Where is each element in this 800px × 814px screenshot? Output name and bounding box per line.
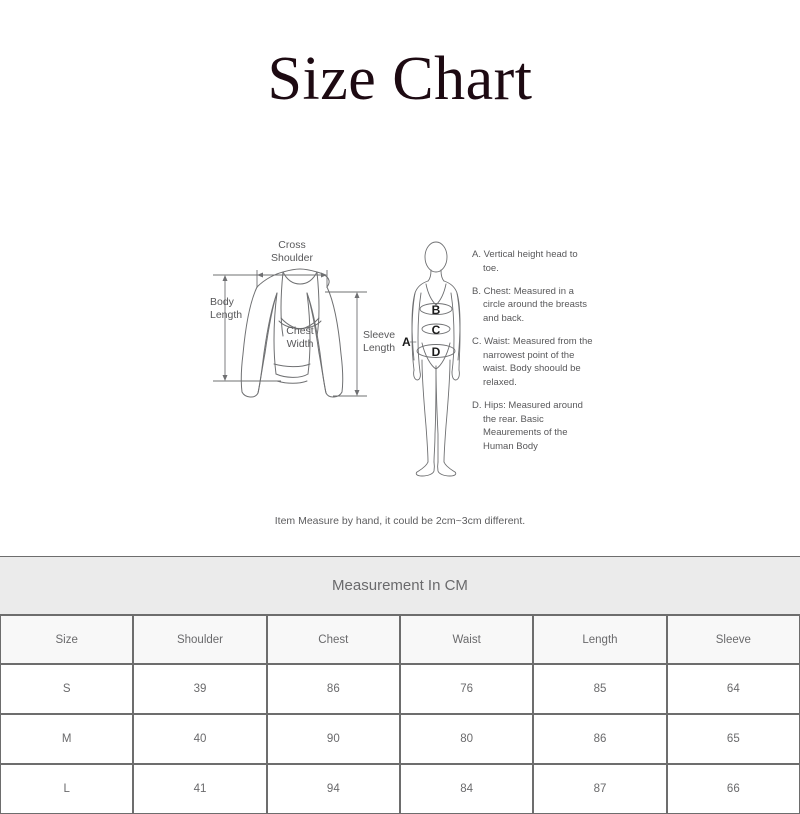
cell-sleeve: 65 [666,714,800,764]
sleeve-length-label-line1: Sleeve [363,329,395,341]
page-title: Size Chart [267,45,533,113]
cell-chest: 90 [266,714,400,764]
cell-length: 85 [533,664,667,714]
cell-size: S [0,664,134,714]
column-header-shoulder: Shoulder [133,615,267,664]
column-header-chest: Chest [266,615,400,664]
column-header-size: Size [0,615,134,664]
cross-shoulder-label-line2: Shoulder [271,252,314,264]
legend-item-b: B. Chest: Measured in a circle around th… [472,285,588,325]
cell-shoulder: 39 [133,664,267,714]
cell-length: 87 [533,764,667,814]
body-marker-d: D [432,345,441,359]
cell-shoulder: 41 [133,764,267,814]
cell-chest: 94 [266,764,400,814]
cell-shoulder: 40 [133,714,267,764]
body-length-label-line2: Length [210,309,242,321]
sleeve-length-label-line2: Length [363,342,395,354]
table-row: M 40 90 80 86 65 [0,714,800,764]
table-row: L 41 94 84 87 66 [0,764,800,814]
cell-waist: 76 [399,664,534,714]
body-marker-c: C [432,323,441,337]
table-row: S 39 86 76 85 64 [0,664,800,714]
cell-chest: 86 [266,664,400,714]
human-body-diagram: A B C D [402,241,461,477]
garment-diagram: Cross Shoulder Body Length Chest Width S… [210,239,395,398]
body-marker-a: A [402,335,411,349]
cell-length: 86 [533,714,667,764]
size-table: Measurement In CM Size Shoulder Chest Wa… [0,556,800,814]
body-marker-b: B [432,303,441,317]
cell-sleeve: 66 [666,764,800,814]
column-header-length: Length [533,615,667,664]
cell-sleeve: 64 [666,664,800,714]
legend-item-c: C. Waist: Measured from the narrowest po… [472,335,593,389]
measurement-legend: A. Vertical height head to toe. B. Chest… [472,248,596,454]
chest-width-label-line2: Width [287,338,314,350]
table-header-row: Size Shoulder Chest Waist Length Sleeve [0,615,800,664]
column-header-waist: Waist [399,615,534,664]
measurement-note: Item Measure by hand, it could be 2cm~3c… [274,515,526,527]
cell-size: L [0,764,134,814]
cell-waist: 80 [399,714,534,764]
cell-size: M [0,714,134,764]
legend-item-d: D. Hips: Measured around the rear. Basic… [472,399,583,453]
measurement-diagram-area: Cross Shoulder Body Length Chest Width S… [0,236,800,546]
legend-item-a: A. Vertical height head to toe. [472,249,578,274]
cell-waist: 84 [399,764,534,814]
cross-shoulder-label-line1: Cross [278,239,305,251]
column-header-sleeve: Sleeve [666,615,800,664]
body-length-label-line1: Body [210,296,235,308]
table-banner-row: Measurement In CM [0,556,800,615]
chest-width-label-line1: Chest [286,325,314,337]
table-banner: Measurement In CM [0,556,800,615]
